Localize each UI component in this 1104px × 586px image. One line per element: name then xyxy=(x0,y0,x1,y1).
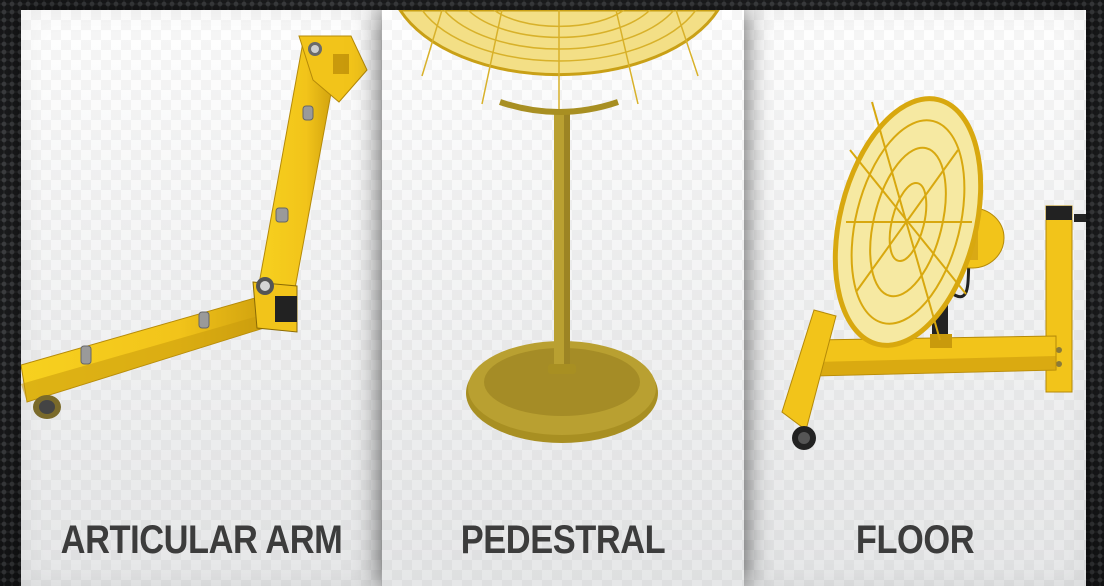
pedestral-label: PEDESTRAL xyxy=(460,518,666,562)
articulated-arm-mount-image xyxy=(21,35,368,419)
floor-label: FLOOR xyxy=(855,518,975,562)
articular-arm-card[interactable]: ARTICULAR ARM xyxy=(21,10,382,586)
pedestral-card[interactable]: PEDESTRAL xyxy=(382,10,744,586)
floor-card[interactable]: FLOOR xyxy=(744,10,1086,586)
page: { "colors": { "fan_yellow": "#f2c41a", "… xyxy=(0,0,1104,586)
pedestal-fan-image xyxy=(398,10,720,443)
articular-arm-label: ARTICULAR ARM xyxy=(60,518,343,562)
floor-fan-image xyxy=(781,96,1086,450)
